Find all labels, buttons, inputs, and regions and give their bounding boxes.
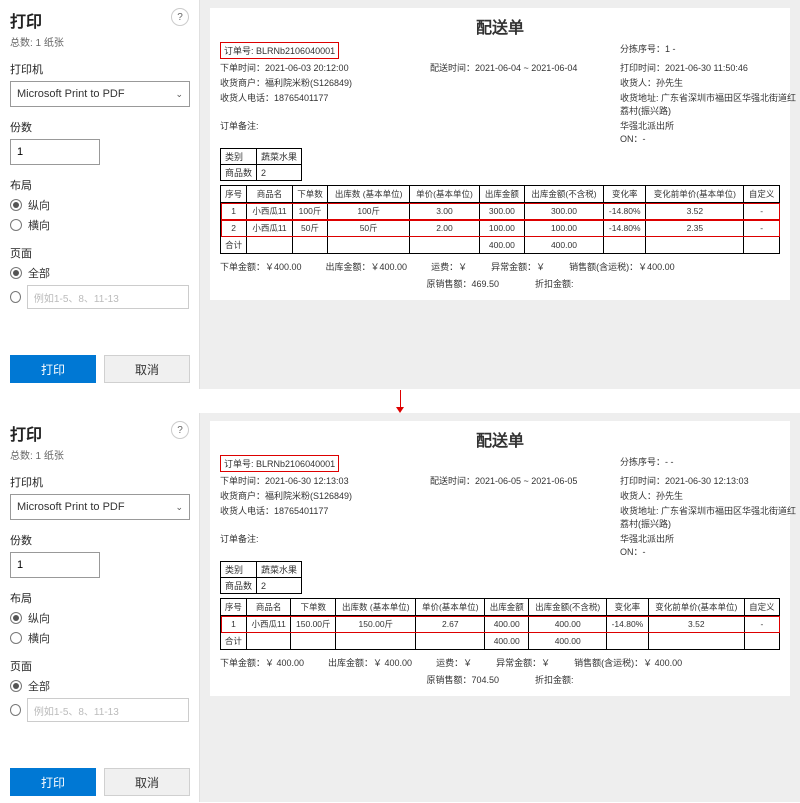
col-header: 出库金额 xyxy=(479,186,524,203)
pages-range-input[interactable]: 例如1-5、8、11-13 xyxy=(27,285,189,309)
pages-label: 页面 xyxy=(10,658,189,674)
category-table: 类别蔬菜水果 商品数2 xyxy=(220,561,302,594)
table-row: 1小西瓜11150.00斤150.00斤2.67400.00400.00-14.… xyxy=(221,616,780,633)
sidebar: 打印 总数: 1 纸张 ? 打印机 Microsoft Print to PDF… xyxy=(0,413,200,802)
col-header: 单价(基本单位) xyxy=(410,186,480,203)
copies-label: 份数 xyxy=(10,119,189,135)
delivery-table: 序号商品名下单数出库数 (基本单位)单价(基本单位)出库金额出库金额(不含税)变… xyxy=(220,185,780,254)
printer-select[interactable]: Microsoft Print to PDF ⌄ xyxy=(10,81,190,107)
radio-icon xyxy=(10,199,22,211)
col-header: 出库数 (基本单位) xyxy=(336,599,416,616)
layout-portrait[interactable]: 纵向 xyxy=(10,610,189,626)
printer-value: Microsoft Print to PDF xyxy=(17,88,125,100)
col-header: 变化前单价(基本单位) xyxy=(648,599,744,616)
cancel-button[interactable]: 取消 xyxy=(104,768,190,796)
col-header: 自定义 xyxy=(744,186,780,203)
print-dialog-2: 打印 总数: 1 纸张 ? 打印机 Microsoft Print to PDF… xyxy=(0,413,800,803)
printer-label: 打印机 xyxy=(10,61,189,77)
document-sheet: 配送单 订单号: BLRNb2106040001 分拣序号：1 - 下单时间：2… xyxy=(210,8,790,300)
radio-icon xyxy=(10,632,22,644)
total-row: 合计400.00400.00 xyxy=(221,237,780,254)
copies-input[interactable] xyxy=(10,552,100,578)
layout-landscape[interactable]: 横向 xyxy=(10,630,189,646)
print-dialog-1: 打印 总数: 1 纸张 ? 打印机 Microsoft Print to PDF… xyxy=(0,0,800,390)
pages-custom[interactable]: 例如1-5、8、11-13 xyxy=(10,285,189,309)
col-header: 下单数 xyxy=(292,186,328,203)
radio-icon xyxy=(10,680,22,692)
col-header: 商品名 xyxy=(247,186,292,203)
printer-label: 打印机 xyxy=(10,474,189,490)
help-icon[interactable]: ? xyxy=(171,421,189,439)
pages-all[interactable]: 全部 xyxy=(10,265,189,281)
col-header: 变化前单价(基本单位) xyxy=(646,186,744,203)
layout-landscape[interactable]: 横向 xyxy=(10,217,189,233)
print-button[interactable]: 打印 xyxy=(10,768,96,796)
category-table: 类别蔬菜水果 商品数2 xyxy=(220,148,302,181)
col-header: 商品名 xyxy=(246,599,291,616)
radio-icon xyxy=(10,704,21,716)
pages-range-input[interactable]: 例如1-5、8、11-13 xyxy=(27,698,189,722)
radio-icon xyxy=(10,267,22,279)
total-label: 总数: 1 纸张 xyxy=(10,447,64,462)
pages-label: 页面 xyxy=(10,245,189,261)
preview-area: 配送单 订单号: BLRNb2106040001 分拣序号：1 - 下单时间：2… xyxy=(200,0,800,389)
print-button[interactable]: 打印 xyxy=(10,355,96,383)
copies-label: 份数 xyxy=(10,532,189,548)
chevron-down-icon: ⌄ xyxy=(175,89,183,100)
table-row: 1小西瓜11100斤100斤3.00300.00300.00-14.80%3.5… xyxy=(221,203,780,220)
col-header: 出库金额(不含税) xyxy=(529,599,607,616)
col-header: 变化率 xyxy=(607,599,649,616)
radio-icon xyxy=(10,612,22,624)
col-header: 自定义 xyxy=(744,599,779,616)
sidebar: 打印 总数: 1 纸张 ? 打印机 Microsoft Print to PDF… xyxy=(0,0,200,389)
radio-icon xyxy=(10,291,21,303)
table-row: 2小西瓜1150斤50斤2.00100.00100.00-14.80%2.35- xyxy=(221,220,780,237)
arrow-annotation xyxy=(0,390,800,413)
order-no-highlight: 订单号: BLRNb2106040001 xyxy=(220,455,339,472)
layout-portrait[interactable]: 纵向 xyxy=(10,197,189,213)
col-header: 序号 xyxy=(221,186,247,203)
col-header: 出库金额(不含税) xyxy=(524,186,603,203)
cancel-button[interactable]: 取消 xyxy=(104,355,190,383)
col-header: 序号 xyxy=(221,599,247,616)
preview-area: 配送单 订单号: BLRNb2106040001 分拣序号：- - 下单时间：2… xyxy=(200,413,800,802)
layout-label: 布局 xyxy=(10,590,189,606)
col-header: 出库金额 xyxy=(485,599,529,616)
layout-label: 布局 xyxy=(10,177,189,193)
col-header: 出库数 (基本单位) xyxy=(328,186,410,203)
doc-title: 配送单 xyxy=(220,427,780,451)
delivery-table: 序号商品名下单数出库数 (基本单位)单价(基本单位)出库金额出库金额(不含税)变… xyxy=(220,598,780,650)
pages-all[interactable]: 全部 xyxy=(10,678,189,694)
printer-select[interactable]: Microsoft Print to PDF ⌄ xyxy=(10,494,190,520)
col-header: 下单数 xyxy=(291,599,336,616)
doc-title: 配送单 xyxy=(220,14,780,38)
copies-input[interactable] xyxy=(10,139,100,165)
col-header: 变化率 xyxy=(604,186,646,203)
col-header: 单价(基本单位) xyxy=(416,599,485,616)
chevron-down-icon: ⌄ xyxy=(175,502,183,513)
page-title: 打印 xyxy=(10,8,64,32)
order-no-highlight: 订单号: BLRNb2106040001 xyxy=(220,42,339,59)
radio-icon xyxy=(10,219,22,231)
total-label: 总数: 1 纸张 xyxy=(10,34,64,49)
help-icon[interactable]: ? xyxy=(171,8,189,26)
document-sheet: 配送单 订单号: BLRNb2106040001 分拣序号：- - 下单时间：2… xyxy=(210,421,790,696)
pages-custom[interactable]: 例如1-5、8、11-13 xyxy=(10,698,189,722)
printer-value: Microsoft Print to PDF xyxy=(17,501,125,513)
total-row: 合计400.00400.00 xyxy=(221,633,780,650)
page-title: 打印 xyxy=(10,421,64,445)
